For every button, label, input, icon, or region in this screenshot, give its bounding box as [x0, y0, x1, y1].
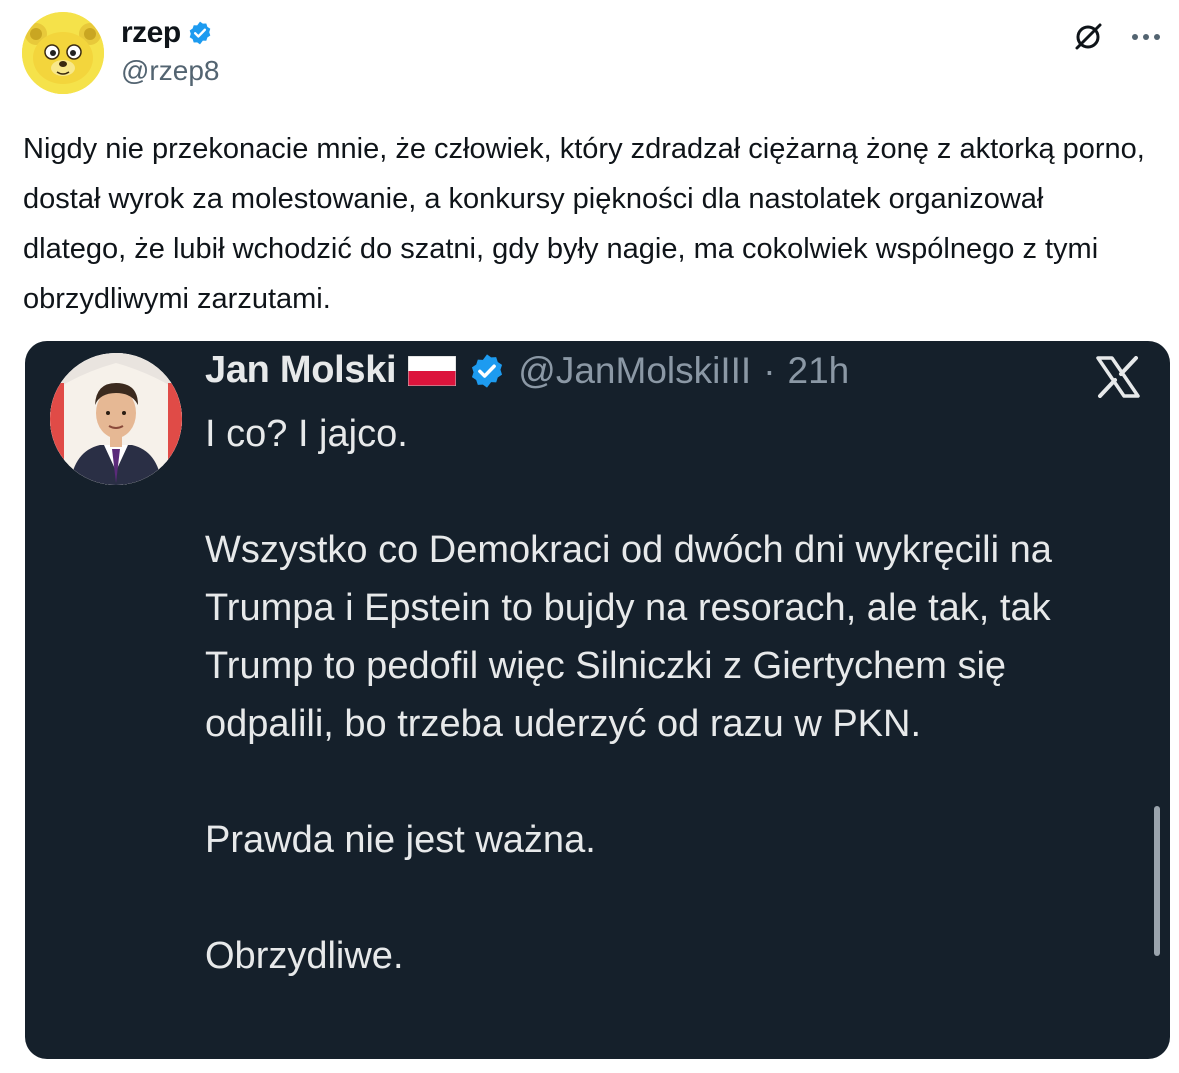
author-handle[interactable]: @rzep8 — [121, 55, 219, 87]
quoted-tweet-card[interactable]: Jan Molski @JanMolskiIII · 21h I co? I j… — [25, 341, 1170, 1059]
author-name-row: rzep — [121, 16, 213, 50]
header-separator: · — [763, 349, 776, 391]
more-dots-icon[interactable] — [1131, 32, 1161, 42]
quoted-paragraph: I co? I jajco. — [205, 413, 408, 455]
quoted-paragraph: Wszystko co Demokraci od dwóch dni wykrę… — [205, 529, 1052, 745]
quoted-paragraph: Obrzydliwe. — [205, 935, 404, 977]
tweet-text: Nigdy nie przekonacie mnie, że człowiek,… — [23, 133, 1153, 315]
bear-mascot-icon — [22, 12, 104, 94]
scrollbar[interactable] — [1154, 806, 1160, 956]
x-logo-icon — [1096, 356, 1140, 398]
quoted-paragraph: Prawda nie jest ważna. — [205, 819, 596, 861]
quoted-handle[interactable]: @JanMolskiIII — [518, 350, 751, 392]
quoted-verified-badge-icon — [468, 352, 506, 390]
grok-icon[interactable] — [1071, 20, 1105, 54]
quoted-header: Jan Molski @JanMolskiIII · 21h — [205, 349, 849, 392]
author-avatar[interactable] — [22, 12, 104, 94]
author-display-name[interactable]: rzep — [121, 16, 181, 50]
quoted-author-avatar[interactable] — [50, 353, 182, 485]
quoted-tweet-text: I co? I jajco. Wszystko co Demokraci od … — [205, 405, 1135, 985]
quoted-timestamp[interactable]: 21h — [788, 350, 850, 392]
portrait-avatar-icon — [50, 353, 182, 485]
verified-badge-icon — [187, 20, 213, 46]
tweet-actions — [1071, 20, 1161, 54]
poland-flag-icon — [408, 355, 457, 386]
quoted-display-name[interactable]: Jan Molski — [205, 349, 397, 392]
